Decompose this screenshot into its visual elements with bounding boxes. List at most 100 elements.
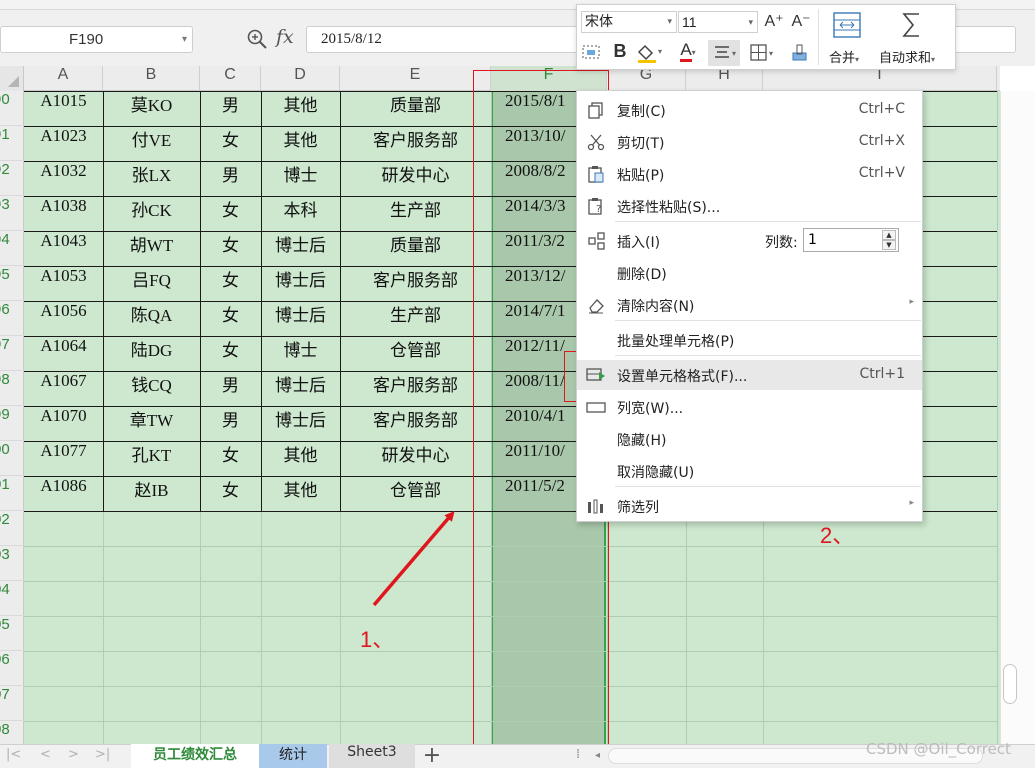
split-handle-icon[interactable]: ⁞ xyxy=(576,747,580,762)
table-cell[interactable]: 女 xyxy=(200,266,261,301)
menu-item-4[interactable]: 插入(I) 列数: 1 ▲ ▼ xyxy=(577,226,922,256)
menu-item-0[interactable]: 复制(C) Ctrl+C xyxy=(577,95,922,125)
table-cell[interactable]: 女 xyxy=(200,301,261,336)
scroll-left-icon[interactable]: ◂ xyxy=(595,750,600,761)
table-cell[interactable]: A1043 xyxy=(24,231,103,266)
table-cell[interactable]: 其他 xyxy=(261,91,340,126)
table-cell[interactable]: 质量部 xyxy=(340,91,491,126)
menu-item-2[interactable]: 粘贴(P) Ctrl+V xyxy=(577,159,922,189)
row-header[interactable]: 91 xyxy=(0,126,24,161)
table-cell[interactable]: 其他 xyxy=(261,126,340,161)
stepper-up-icon[interactable]: ▲ xyxy=(882,230,896,240)
table-cell[interactable]: A1067 xyxy=(24,371,103,406)
row-header[interactable]: 02 xyxy=(0,511,24,546)
table-cell[interactable]: 研发中心 xyxy=(340,441,491,476)
table-cell[interactable]: 其他 xyxy=(261,441,340,476)
table-cell[interactable]: 女 xyxy=(200,476,261,511)
table-cell[interactable]: 客户服务部 xyxy=(340,266,491,301)
row-header[interactable]: 06 xyxy=(0,651,24,686)
table-cell[interactable]: 孙CK xyxy=(103,196,200,231)
table-cell[interactable]: 陆DG xyxy=(103,336,200,371)
table-cell[interactable]: A1023 xyxy=(24,126,103,161)
name-box[interactable]: F190 ▾ xyxy=(0,26,193,53)
row-header[interactable]: 95 xyxy=(0,266,24,301)
table-cell[interactable]: A1056 xyxy=(24,301,103,336)
table-cell[interactable]: 博士后 xyxy=(261,371,340,406)
table-cell[interactable]: 陈QA xyxy=(103,301,200,336)
table-cell[interactable]: A1070 xyxy=(24,406,103,441)
table-cell[interactable]: 钱CQ xyxy=(103,371,200,406)
prev-sheet-icon[interactable]: < xyxy=(40,747,51,762)
last-sheet-icon[interactable]: >| xyxy=(95,747,110,762)
fill-color-icon[interactable]: ▾ xyxy=(635,42,665,64)
add-sheet-button[interactable]: + xyxy=(422,744,442,768)
table-cell[interactable]: 仓管部 xyxy=(340,476,491,511)
table-cell[interactable]: 胡WT xyxy=(103,231,200,266)
table-cell[interactable]: 女 xyxy=(200,441,261,476)
row-header[interactable]: 00 xyxy=(0,441,24,476)
grow-font-button[interactable]: A⁺ xyxy=(762,11,786,31)
row-header[interactable]: 99 xyxy=(0,406,24,441)
table-cell[interactable]: 男 xyxy=(200,371,261,406)
table-cell[interactable]: A1064 xyxy=(24,336,103,371)
menu-item-8[interactable]: 设置单元格格式(F)... Ctrl+1 xyxy=(577,360,922,390)
row-header[interactable]: 03 xyxy=(0,546,24,581)
menu-item-10[interactable]: 隐藏(H) xyxy=(577,424,922,454)
table-cell[interactable]: 男 xyxy=(200,91,261,126)
row-header[interactable]: 01 xyxy=(0,476,24,511)
merge-icon[interactable] xyxy=(832,11,862,39)
insert-count-stepper[interactable]: 1 ▲ ▼ xyxy=(803,228,899,252)
column-header-c[interactable]: C xyxy=(200,66,261,91)
menu-item-9[interactable]: 列宽(W)... xyxy=(577,392,922,422)
first-sheet-icon[interactable]: |< xyxy=(6,747,21,762)
chevron-down-icon[interactable]: ▾ xyxy=(182,27,187,52)
table-cell[interactable]: 付VE xyxy=(103,126,200,161)
column-header-e[interactable]: E xyxy=(340,66,491,91)
table-cell[interactable]: 男 xyxy=(200,406,261,441)
table-cell[interactable]: 仓管部 xyxy=(340,336,491,371)
fx-icon[interactable]: fx xyxy=(276,26,294,48)
autosum-button[interactable]: 自动求和▾ xyxy=(879,47,935,66)
table-cell[interactable]: 研发中心 xyxy=(340,161,491,196)
table-cell[interactable]: 女 xyxy=(200,196,261,231)
clear-format-icon[interactable] xyxy=(789,43,811,63)
menu-item-1[interactable]: 剪切(T) Ctrl+X xyxy=(577,127,922,157)
table-cell[interactable]: 莫KO xyxy=(103,91,200,126)
menu-item-5[interactable]: 删除(D) xyxy=(577,258,922,288)
menu-item-12[interactable]: 筛选列 ▸ xyxy=(577,491,922,521)
table-cell[interactable]: 博士后 xyxy=(261,301,340,336)
table-cell[interactable]: 女 xyxy=(200,126,261,161)
table-cell[interactable]: 质量部 xyxy=(340,231,491,266)
borders-icon[interactable]: ▾ xyxy=(749,43,779,63)
font-name-select[interactable]: 宋体 ▾ xyxy=(581,11,677,33)
table-cell[interactable]: A1032 xyxy=(24,161,103,196)
column-header-d[interactable]: D xyxy=(261,66,340,91)
row-header[interactable]: 97 xyxy=(0,336,24,371)
vertical-scroll-thumb[interactable] xyxy=(1003,664,1017,704)
table-cell[interactable]: 生产部 xyxy=(340,196,491,231)
row-header[interactable]: 07 xyxy=(0,686,24,721)
row-header[interactable]: 93 xyxy=(0,196,24,231)
row-header[interactable]: 05 xyxy=(0,616,24,651)
table-cell[interactable]: 博士 xyxy=(261,336,340,371)
table-cell[interactable]: 本科 xyxy=(261,196,340,231)
table-cell[interactable]: 博士后 xyxy=(261,231,340,266)
font-color-button[interactable]: A▾ xyxy=(673,40,703,62)
menu-item-3[interactable]: ? 选择性粘贴(S)... xyxy=(577,191,922,221)
menu-item-11[interactable]: 取消隐藏(U) xyxy=(577,456,922,486)
row-header[interactable]: 04 xyxy=(0,581,24,616)
table-cell[interactable]: 男 xyxy=(200,161,261,196)
tab-employee-summary[interactable]: 员工绩效汇总 xyxy=(131,744,259,768)
table-cell[interactable]: 生产部 xyxy=(340,301,491,336)
stepper-down-icon[interactable]: ▼ xyxy=(882,240,896,250)
table-cell[interactable]: 孔KT xyxy=(103,441,200,476)
vertical-scrollbar[interactable] xyxy=(1000,91,1035,744)
table-cell[interactable]: 博士 xyxy=(261,161,340,196)
table-cell[interactable]: 吕FQ xyxy=(103,266,200,301)
next-sheet-icon[interactable]: > xyxy=(68,747,79,762)
menu-item-6[interactable]: 清除内容(N) ▸ xyxy=(577,290,922,320)
menu-item-7[interactable]: 批量处理单元格(P) xyxy=(577,325,922,355)
merge-button[interactable]: 合并▾ xyxy=(829,47,859,66)
table-cell[interactable]: 张LX xyxy=(103,161,200,196)
align-center-icon[interactable]: ▾ xyxy=(708,40,740,66)
